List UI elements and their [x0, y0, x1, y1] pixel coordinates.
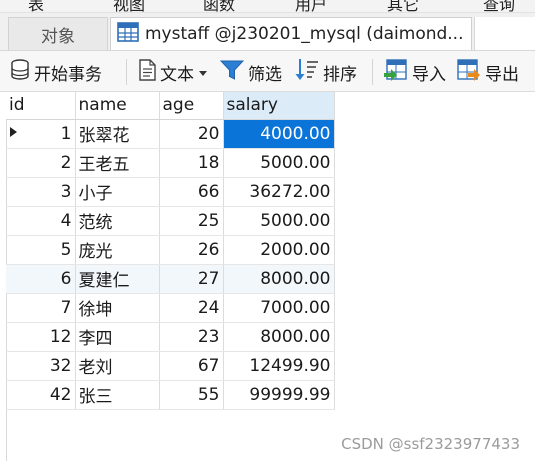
menu-item-other[interactable]: 其它	[387, 0, 419, 12]
cell-id[interactable]: 5	[6, 235, 76, 265]
table-row[interactable]: 32 老刘 67 12499.90	[6, 351, 335, 381]
tab-mystaff-table[interactable]: mystaff @j230201_mysql (daimond...	[110, 17, 472, 50]
cell-id[interactable]: 2	[6, 148, 76, 178]
cell-id[interactable]: 7	[6, 293, 76, 323]
database-icon	[10, 58, 30, 86]
export-label: 导出	[485, 64, 519, 85]
cell-age[interactable]: 67	[159, 351, 224, 381]
menu-item-view[interactable]: 视图	[113, 0, 145, 12]
tab-bar: 对象 mystaff @j230201_mysql (daimond...	[0, 13, 535, 51]
column-header-id[interactable]: id	[6, 92, 76, 120]
column-header-salary[interactable]: salary	[223, 92, 335, 120]
tab-empty-area	[474, 17, 535, 50]
sort-button[interactable]: 排序	[295, 58, 357, 87]
current-row-pointer-icon	[10, 127, 17, 137]
cell-name[interactable]: 老刘	[75, 351, 160, 381]
import-button[interactable]: 导入	[384, 58, 446, 86]
tab-mystaff-label: mystaff @j230201_mysql (daimond...	[145, 24, 464, 44]
cell-name[interactable]: 庞光	[75, 235, 160, 265]
cell-salary[interactable]: 5000.00	[223, 148, 335, 178]
begin-transaction-label: 开始事务	[34, 64, 102, 85]
cell-name[interactable]: 王老五	[75, 148, 160, 178]
table-row[interactable]: 4 范统 25 5000.00	[6, 206, 335, 236]
table-row[interactable]: 2 王老五 18 5000.00	[6, 148, 335, 178]
sort-icon	[295, 58, 319, 87]
filter-label: 筛选	[248, 64, 282, 85]
table-row[interactable]: 42 张三 55 99999.99	[6, 380, 335, 410]
cell-id[interactable]: 12	[6, 322, 76, 352]
column-header-name[interactable]: name	[75, 92, 160, 120]
toolbar: 开始事务 文本 筛选 排序 导入 导出	[0, 51, 535, 92]
table-row[interactable]: 6 夏建仁 27 8000.00	[6, 264, 335, 294]
table-row[interactable]: 7 徐坤 24 7000.00	[6, 293, 335, 323]
cell-id[interactable]: 32	[6, 351, 76, 381]
cell-age[interactable]: 25	[159, 206, 224, 236]
cell-name[interactable]: 小子	[75, 177, 160, 207]
cell-age[interactable]: 23	[159, 322, 224, 352]
import-label: 导入	[412, 64, 446, 85]
cell-salary[interactable]: 8000.00	[223, 322, 335, 352]
tab-objects-label: 对象	[41, 26, 75, 47]
import-icon	[384, 58, 408, 86]
cell-age[interactable]: 20	[159, 119, 224, 149]
cell-name[interactable]: 张翠花	[75, 119, 160, 149]
column-header-age[interactable]: age	[159, 92, 224, 120]
cell-salary[interactable]: 99999.99	[223, 380, 335, 410]
menu-item-function[interactable]: 函数	[203, 0, 235, 12]
toolbar-divider	[372, 59, 373, 85]
toolbar-divider	[126, 59, 127, 85]
menu-bar: 表 视图 函数 用户 其它 查询	[0, 0, 535, 13]
cell-age[interactable]: 55	[159, 380, 224, 410]
cell-name[interactable]: 夏建仁	[75, 264, 160, 294]
cell-salary[interactable]: 7000.00	[223, 293, 335, 323]
cell-age[interactable]: 26	[159, 235, 224, 265]
cell-id[interactable]: 6	[6, 264, 76, 294]
text-view-label: 文本	[160, 64, 194, 85]
menu-item-table[interactable]: 表	[28, 0, 44, 12]
cell-age[interactable]: 18	[159, 148, 224, 178]
cell-salary[interactable]: 36272.00	[223, 177, 335, 207]
text-view-button[interactable]: 文本	[138, 58, 207, 86]
sort-label: 排序	[323, 64, 357, 85]
cell-salary[interactable]: 5000.00	[223, 206, 335, 236]
table-row[interactable]: 1 张翠花 20 4000.00	[6, 119, 335, 149]
begin-transaction-button[interactable]: 开始事务	[10, 58, 102, 86]
cell-age[interactable]: 27	[159, 264, 224, 294]
data-grid[interactable]: id name age salary 1 张翠花 20 4000.00 2 王老…	[0, 91, 535, 461]
cell-id[interactable]: 4	[6, 206, 76, 236]
filter-button[interactable]: 筛选	[219, 59, 282, 86]
export-button[interactable]: 导出	[457, 58, 519, 86]
table-row[interactable]: 12 李四 23 8000.00	[6, 322, 335, 352]
cell-name[interactable]: 范统	[75, 206, 160, 236]
document-icon	[138, 58, 156, 86]
cell-id[interactable]: 3	[6, 177, 76, 207]
cell-id[interactable]: 42	[6, 380, 76, 410]
tab-objects[interactable]: 对象	[8, 17, 108, 50]
filter-funnel-icon	[219, 59, 245, 86]
cell-name[interactable]: 徐坤	[75, 293, 160, 323]
export-icon	[457, 58, 481, 86]
cell-age[interactable]: 66	[159, 177, 224, 207]
chevron-down-icon	[199, 62, 207, 82]
cell-name[interactable]: 李四	[75, 322, 160, 352]
cell-salary-selected[interactable]: 4000.00	[223, 119, 335, 149]
results-table: id name age salary 1 张翠花 20 4000.00 2 王老…	[6, 92, 335, 410]
table-row[interactable]: 5 庞光 26 2000.00	[6, 235, 335, 265]
menu-item-user[interactable]: 用户	[295, 0, 327, 12]
table-icon	[117, 21, 139, 47]
cell-salary[interactable]: 12499.90	[223, 351, 335, 381]
table-row[interactable]: 3 小子 66 36272.00	[6, 177, 335, 207]
cell-salary[interactable]: 8000.00	[223, 264, 335, 294]
header-row: id name age salary	[6, 92, 335, 120]
menu-item-query[interactable]: 查询	[483, 0, 515, 12]
cell-name[interactable]: 张三	[75, 380, 160, 410]
cell-age[interactable]: 24	[159, 293, 224, 323]
cell-salary[interactable]: 2000.00	[223, 235, 335, 265]
watermark: CSDN @ssf2323977433	[341, 435, 520, 453]
